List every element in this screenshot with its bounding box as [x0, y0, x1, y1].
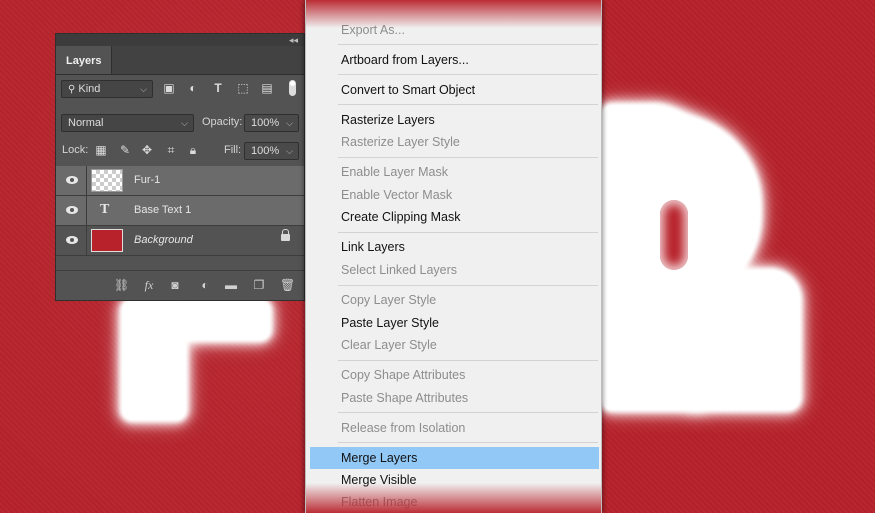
- new-adjustment-icon[interactable]: ◐: [198, 278, 212, 292]
- menu-item-rasterize-layers[interactable]: Rasterize Layers: [310, 109, 599, 131]
- layer-row-fur-1[interactable]: Fur-1: [56, 166, 304, 196]
- fill-label: Fill:: [224, 144, 242, 156]
- divider: [86, 226, 87, 256]
- visibility-eye-icon[interactable]: [66, 206, 78, 214]
- visibility-eye-icon[interactable]: [66, 176, 78, 184]
- lock-icon: [281, 229, 290, 241]
- layer-thumbnail: [91, 169, 123, 192]
- menu-separator: [338, 360, 598, 361]
- type-filter-icon[interactable]: T: [211, 81, 225, 95]
- filter-toggle[interactable]: [289, 80, 296, 96]
- image-filter-icon[interactable]: ▣: [162, 81, 176, 95]
- adjustment-filter-icon[interactable]: ◐: [186, 81, 200, 95]
- text-layer-icon: T: [100, 202, 110, 217]
- smart-object-filter-icon[interactable]: ▤: [260, 81, 274, 95]
- menu-item-select-linked-layers[interactable]: Select Linked Layers: [310, 259, 599, 281]
- menu-item-copy-shape-attributes[interactable]: Copy Shape Attributes: [310, 364, 599, 386]
- panel-header-strip: ◂◂: [56, 34, 304, 46]
- panel-bottom-bar: ⛓ fx ◙ ◐ ▬ ❐ 🗑︎: [56, 270, 304, 301]
- blend-mode-dropdown[interactable]: Normal ⌵: [61, 114, 194, 132]
- new-group-folder-icon[interactable]: ▬: [224, 278, 238, 292]
- divider: [86, 166, 87, 196]
- layer-row-background[interactable]: Background: [56, 226, 304, 256]
- menu-item-release-from-isolation[interactable]: Release from Isolation: [310, 417, 599, 439]
- lock-artboard-icon[interactable]: ⌗: [164, 143, 178, 157]
- divider: [86, 196, 87, 226]
- menu-separator: [338, 285, 598, 286]
- lock-position-icon[interactable]: ✥: [140, 143, 154, 157]
- menu-item-merge-visible[interactable]: Merge Visible: [310, 469, 599, 491]
- layer-list: Fur-1 T Base Text 1 Background: [56, 166, 304, 256]
- layers-panel: ◂◂ Layers ⚲ Kind ⌵ ▣ ◐ T ⬚ ▤ Normal ⌵ Op…: [55, 33, 305, 301]
- lock-transparent-icon[interactable]: ▦: [94, 143, 108, 157]
- layer-name: Background: [134, 234, 193, 246]
- menu-item-export-as[interactable]: Export As...: [310, 19, 599, 41]
- chevron-down-icon: ⌵: [286, 146, 293, 156]
- menu-separator: [338, 104, 598, 105]
- menu-separator: [338, 44, 598, 45]
- link-layers-icon[interactable]: ⛓: [114, 278, 129, 292]
- opacity-field[interactable]: 100% ⌵: [244, 114, 299, 132]
- opacity-label: Opacity:: [202, 116, 243, 128]
- menu-item-paste-shape-attributes[interactable]: Paste Shape Attributes: [310, 387, 599, 409]
- menu-item-copy-layer-style[interactable]: Copy Layer Style: [310, 289, 599, 311]
- menu-item-enable-vector-mask[interactable]: Enable Vector Mask: [310, 184, 599, 206]
- fill-field[interactable]: 100% ⌵: [244, 142, 299, 160]
- menu-separator: [338, 157, 598, 158]
- menu-item-link-layers[interactable]: Link Layers: [310, 236, 599, 258]
- opacity-value: 100%: [251, 117, 280, 129]
- lock-image-icon[interactable]: ✎: [118, 143, 132, 157]
- chevron-down-icon: ⌵: [181, 118, 188, 128]
- search-icon: ⚲: [68, 84, 76, 95]
- menu-separator: [338, 74, 598, 75]
- menu-separator: [338, 442, 598, 443]
- fill-value: 100%: [251, 145, 280, 157]
- blend-row: Normal ⌵ Opacity: 100% ⌵: [56, 109, 304, 137]
- chevron-down-icon: ⌵: [286, 118, 293, 128]
- layer-context-menu: Export As... Artboard from Layers... Con…: [305, 0, 602, 513]
- add-mask-icon[interactable]: ◙: [168, 278, 182, 292]
- fx-icon[interactable]: fx: [142, 278, 156, 292]
- lock-all-icon[interactable]: 🔒︎: [186, 143, 200, 157]
- visibility-eye-icon[interactable]: [66, 236, 78, 244]
- layer-thumbnail: [91, 229, 123, 252]
- menu-item-rasterize-layer-style[interactable]: Rasterize Layer Style: [310, 131, 599, 153]
- tab-layers[interactable]: Layers: [56, 46, 113, 74]
- chevron-down-icon: ⌵: [140, 84, 147, 94]
- blend-mode-label: Normal: [68, 117, 104, 129]
- menu-item-flatten-image[interactable]: Flatten Image: [310, 491, 599, 513]
- menu-item-enable-layer-mask[interactable]: Enable Layer Mask: [310, 161, 599, 183]
- layer-name: Fur-1: [134, 174, 161, 186]
- menu-separator: [338, 232, 598, 233]
- filter-kind-label: Kind: [78, 83, 101, 95]
- menu-item-merge-layers[interactable]: Merge Layers: [310, 447, 599, 469]
- menu-separator: [338, 412, 598, 413]
- menu-item-convert-to-smart-object[interactable]: Convert to Smart Object: [310, 79, 599, 101]
- menu-item-clear-layer-style[interactable]: Clear Layer Style: [310, 334, 599, 356]
- menu-item-create-clipping-mask[interactable]: Create Clipping Mask: [310, 206, 599, 228]
- lock-row: Lock: ▦ ✎ ✥ ⌗ 🔒︎ Fill: 100% ⌵: [56, 137, 304, 165]
- layer-name: Base Text 1: [134, 204, 192, 216]
- menu-item-artboard-from-layers[interactable]: Artboard from Layers...: [310, 49, 599, 71]
- collapse-icon[interactable]: ◂◂: [289, 34, 298, 46]
- new-layer-icon[interactable]: ❐: [252, 278, 266, 292]
- lock-label: Lock:: [62, 144, 89, 156]
- layer-row-base-text-1[interactable]: T Base Text 1: [56, 196, 304, 226]
- menu-item-paste-layer-style[interactable]: Paste Layer Style: [310, 312, 599, 334]
- trash-icon[interactable]: 🗑︎: [280, 278, 295, 292]
- filter-kind-dropdown[interactable]: ⚲ Kind ⌵: [61, 80, 153, 98]
- panel-tabbar: Layers: [56, 46, 304, 75]
- filter-row: ⚲ Kind ⌵ ▣ ◐ T ⬚ ▤: [56, 75, 304, 103]
- shape-filter-icon[interactable]: ⬚: [236, 81, 250, 95]
